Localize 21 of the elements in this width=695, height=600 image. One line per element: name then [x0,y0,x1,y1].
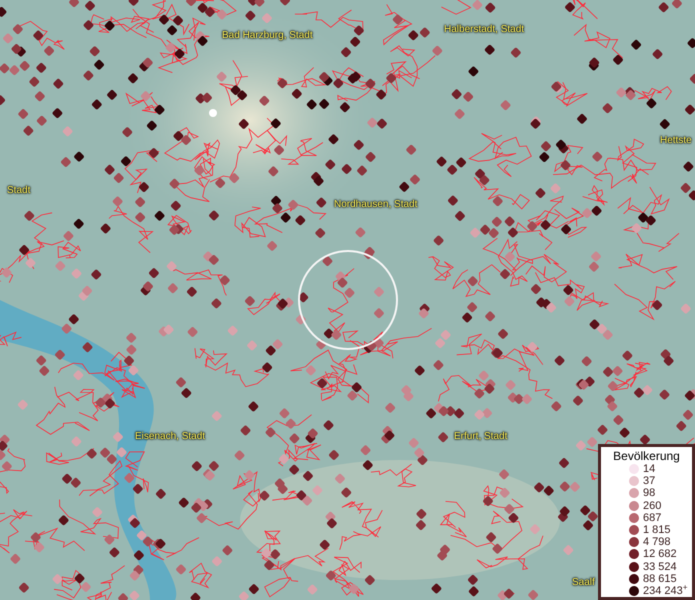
legend-label: 37 [643,475,656,488]
legend-label: 687 [643,512,662,524]
legend-label: 260 [643,500,662,512]
place-label: Halberstadt, Stadt [444,24,524,36]
legend-label: 4 798 [643,536,671,548]
place-label: Stadt [7,185,30,197]
cursor-ring-icon [298,250,398,350]
legend-label: 234 243$^{+}$ [643,584,688,597]
legend-title: Bevölkerung [612,449,681,463]
legend-label: 14 [643,463,656,476]
legend-label: 98 [643,487,656,500]
legend-label: 88 615 [643,572,677,585]
legend-label: 33 524 [643,560,677,573]
place-label: Saalf [572,577,595,589]
place-label: Erfurt, Stadt [454,431,508,443]
place-label: Eisenach, Stadt [135,431,206,443]
legend-label: 1 815 [643,524,671,536]
legend-label: 12 682 [643,548,677,560]
place-label: Nordhausen, Stadt [334,199,418,211]
place-label: Bad Harzburg, Stadt [222,30,313,42]
place-label: Hettste [660,135,692,147]
